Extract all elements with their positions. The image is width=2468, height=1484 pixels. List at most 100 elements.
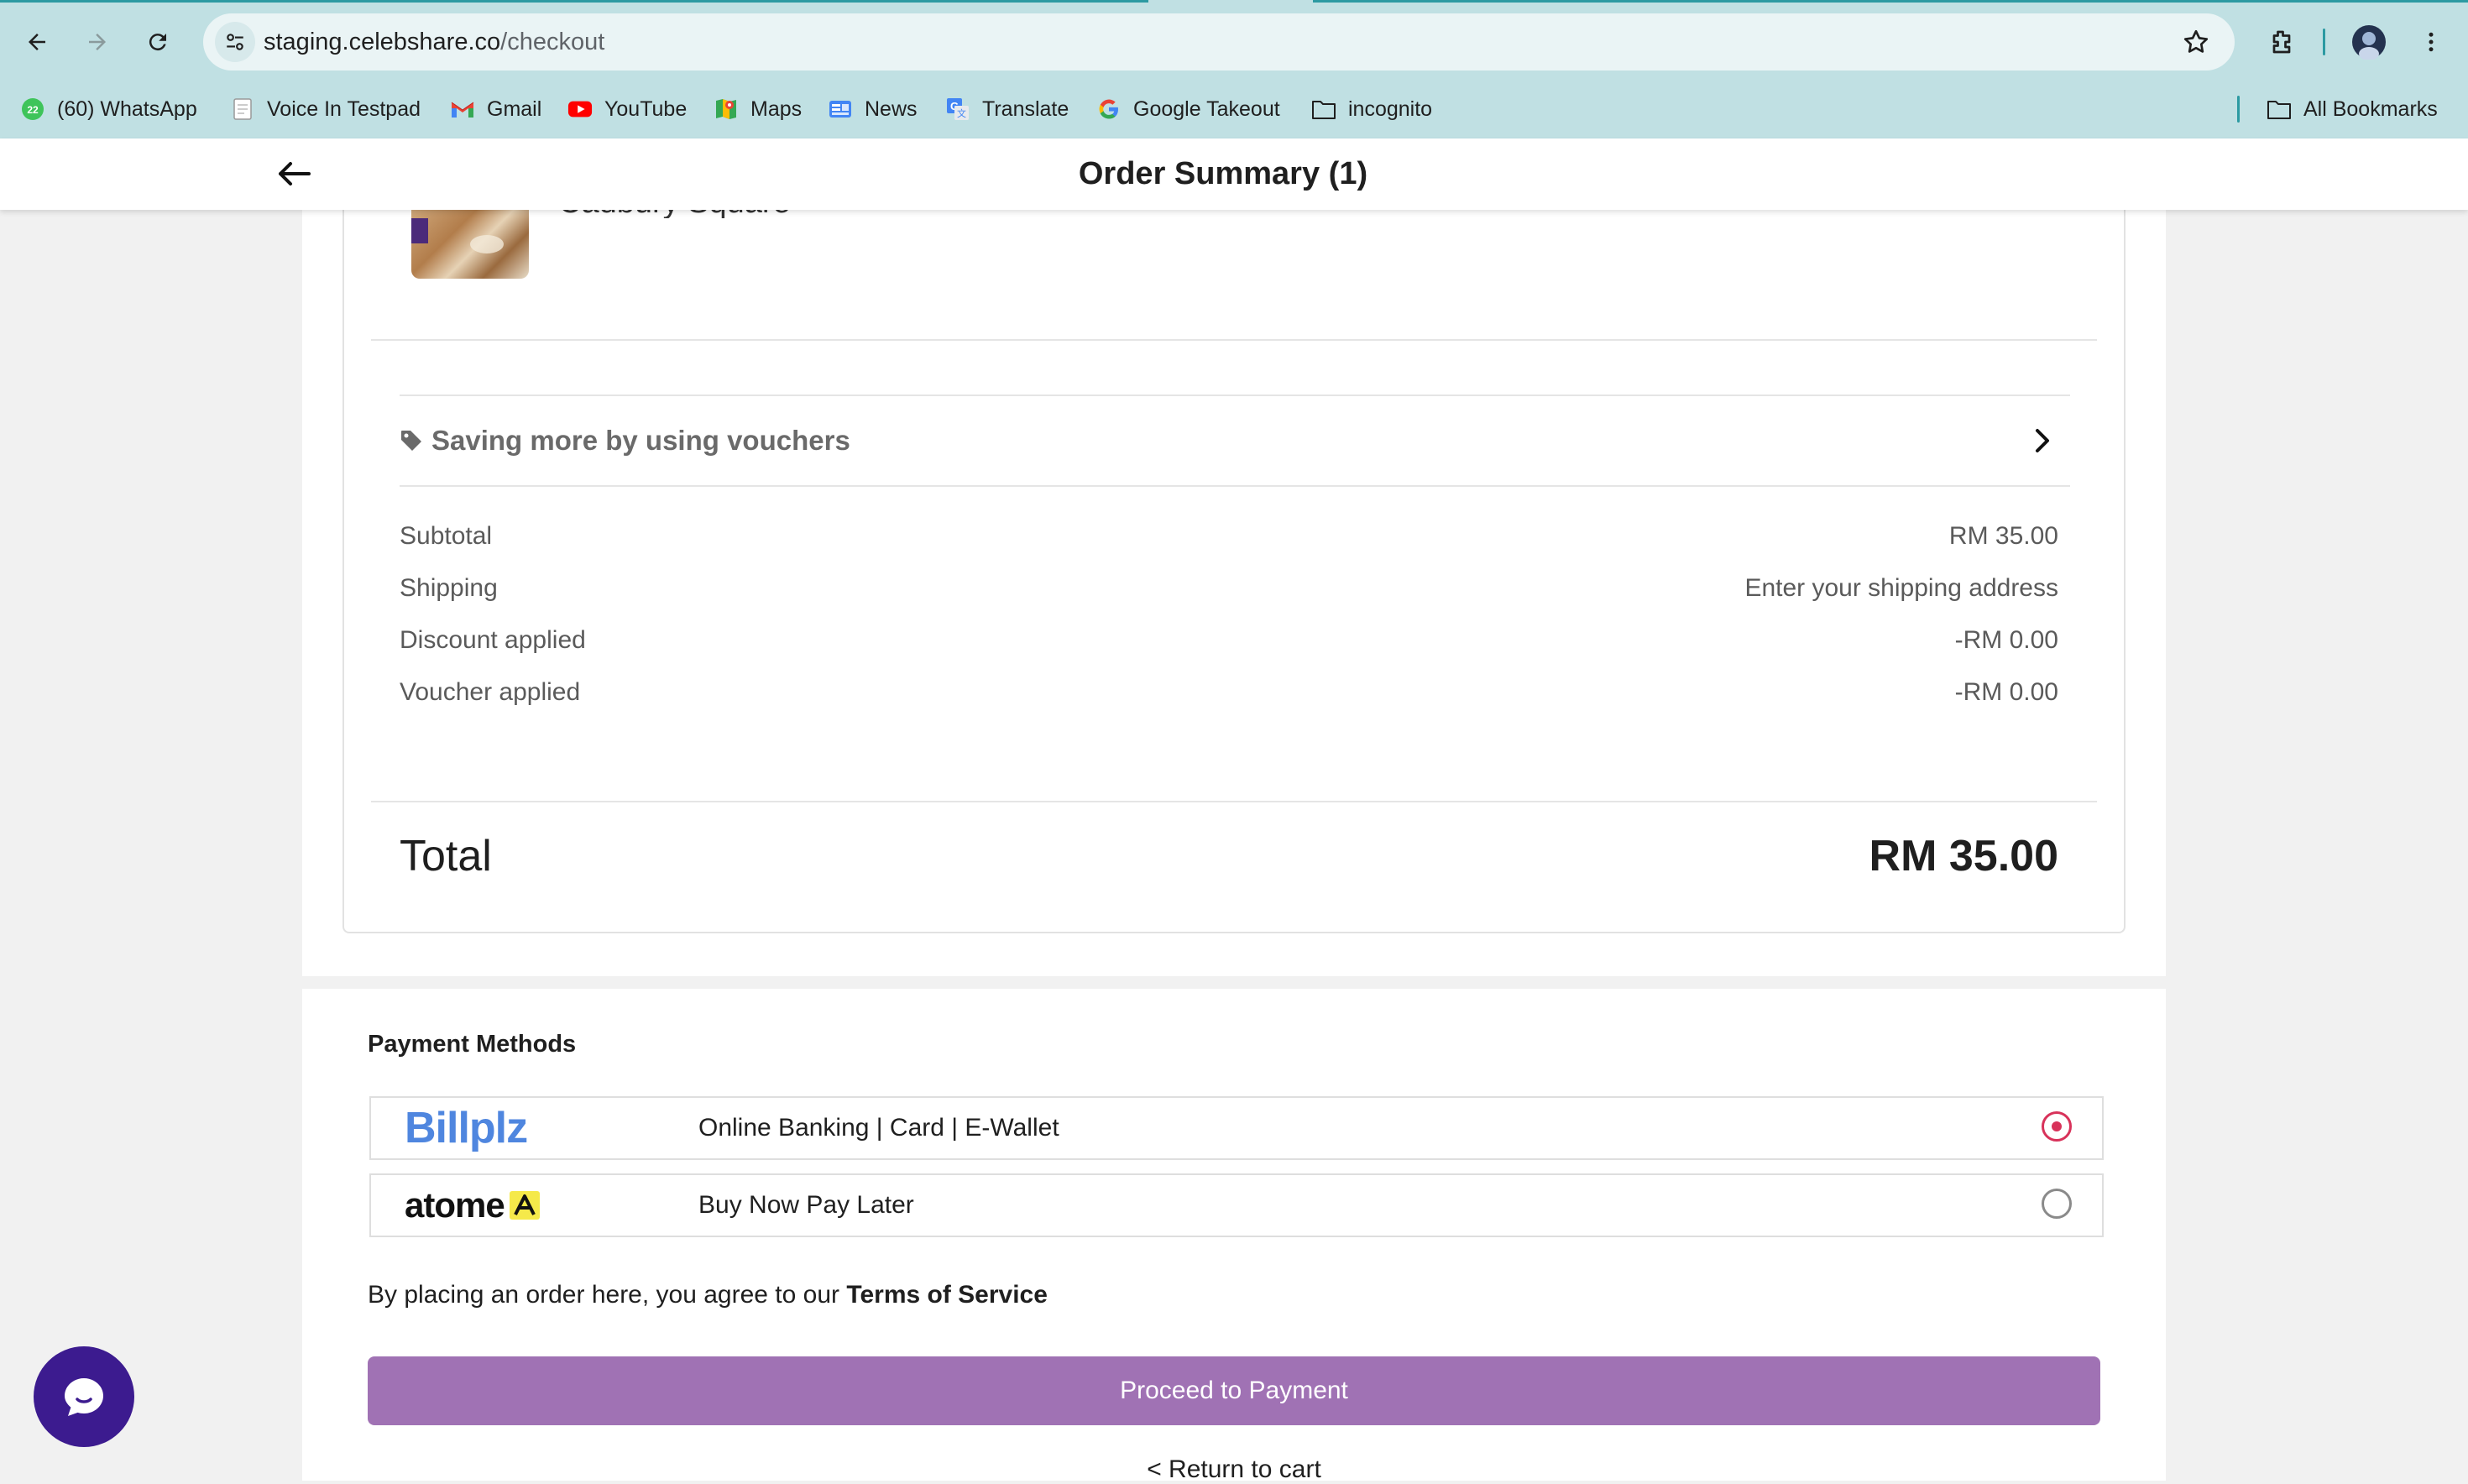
- billplz-logo-text: Billplz: [405, 1104, 528, 1152]
- arrow-left-icon: [29, 34, 45, 50]
- all-bookmarks-button[interactable]: All Bookmarks: [2267, 87, 2438, 131]
- bookmark-label: (60) WhatsApp: [57, 97, 197, 121]
- bookmark-translate[interactable]: G文 Translate: [945, 87, 1069, 131]
- profile-avatar[interactable]: [2345, 18, 2392, 65]
- discount-row: Discount applied -RM 0.00: [400, 626, 2058, 660]
- address-bar[interactable]: staging.celebshare.co/checkout: [203, 13, 2235, 71]
- chat-icon: [65, 1378, 103, 1416]
- discount-label: Discount applied: [400, 626, 586, 654]
- bookmark-label: incognito: [1348, 97, 1433, 121]
- bookmark-star-button[interactable]: [2181, 27, 2211, 57]
- toolbar-separator: [2323, 29, 2325, 55]
- maps-icon: [714, 97, 739, 122]
- bookmark-incognito[interactable]: incognito: [1311, 87, 1432, 131]
- proceed-to-payment-button[interactable]: Proceed to Payment: [368, 1356, 2100, 1425]
- bookmark-maps[interactable]: Maps: [714, 87, 802, 131]
- avatar-icon: [2352, 25, 2386, 60]
- site-info-button[interactable]: [215, 22, 255, 62]
- svg-text:22: 22: [27, 104, 39, 116]
- bookmark-google-takeout[interactable]: Google Takeout: [1096, 87, 1280, 131]
- tune-icon: [227, 34, 243, 50]
- voucher-applied-label: Voucher applied: [400, 678, 581, 706]
- notepad-icon: [230, 97, 255, 122]
- atome-logo-text: atome: [405, 1185, 505, 1225]
- bookmark-label: Google Takeout: [1133, 97, 1280, 121]
- bookmark-news[interactable]: News: [828, 87, 918, 131]
- payment-methods-title: Payment Methods: [368, 1031, 577, 1058]
- bookmark-label: News: [865, 97, 918, 121]
- chevron-right-icon: [2033, 428, 2052, 453]
- tab-strip-edge: [1313, 0, 2468, 3]
- bookmark-youtube[interactable]: YouTube: [567, 87, 687, 131]
- product-name-clip: Cadbury Square: [558, 210, 1062, 218]
- youtube-icon: [567, 97, 593, 122]
- tab-strip-edge: [0, 0, 1148, 3]
- voucher-applied-row: Voucher applied -RM 0.00: [400, 678, 2058, 712]
- bookmark-label: Translate: [982, 97, 1069, 121]
- payment-method-billplz[interactable]: Billplz Online Banking | Card | E-Wallet: [369, 1096, 2104, 1160]
- divider: [371, 801, 2097, 802]
- bookmarks-bar: 22 (60) WhatsApp Voice In Testpad Gmail …: [0, 87, 2468, 131]
- billplz-logo: Billplz: [405, 1098, 528, 1158]
- payment-method-atome[interactable]: atome Buy Now Pay Later: [369, 1173, 2104, 1237]
- order-summary-card: Cadbury Square Saving more by using vouc…: [342, 210, 2126, 933]
- bookmark-label: Gmail: [487, 97, 542, 121]
- app-header: Order Summary (1): [0, 138, 2468, 210]
- news-icon: [828, 97, 853, 122]
- shipping-label: Shipping: [400, 574, 498, 602]
- chat-widget-button[interactable]: [34, 1346, 134, 1447]
- payment-method-description: Online Banking | Card | E-Wallet: [698, 1114, 1059, 1142]
- reload-button[interactable]: [134, 18, 181, 65]
- product-name: Cadbury Square: [558, 210, 791, 218]
- payment-panel: Payment Methods Billplz Online Banking |…: [302, 989, 2166, 1484]
- extensions-button[interactable]: [2258, 18, 2305, 65]
- total-row: Total RM 35.00: [400, 831, 2058, 890]
- order-summary-panel: Cadbury Square Saving more by using vouc…: [302, 210, 2166, 976]
- voucher-row[interactable]: Saving more by using vouchers: [400, 396, 2070, 485]
- translate-icon: G文: [945, 97, 970, 122]
- google-icon: [1096, 97, 1122, 122]
- forward-nav-button[interactable]: [74, 18, 121, 65]
- total-value: RM 35.00: [1869, 832, 2058, 880]
- bookmark-gmail[interactable]: Gmail: [450, 87, 541, 131]
- bookmark-label: Maps: [750, 97, 803, 121]
- back-nav-button[interactable]: [13, 18, 60, 65]
- browser-chrome: staging.celebshare.co/checkout 22 (60) W…: [0, 0, 2468, 138]
- bookmark-label: Voice In Testpad: [267, 97, 421, 121]
- terms-of-service-link[interactable]: Terms of Service: [846, 1281, 1048, 1309]
- divider: [400, 485, 2070, 487]
- bookmark-whatsapp[interactable]: 22 (60) WhatsApp: [20, 87, 197, 131]
- whatsapp-icon: 22: [20, 97, 45, 122]
- payment-radio-atome[interactable]: [2042, 1189, 2072, 1219]
- svg-text:文: 文: [957, 107, 966, 119]
- subtotal-value: RM 35.00: [1948, 522, 2058, 550]
- divider: [371, 339, 2097, 341]
- arrow-right-icon: [89, 34, 106, 50]
- url-text[interactable]: staging.celebshare.co/checkout: [264, 13, 604, 71]
- gmail-icon: [450, 97, 475, 122]
- bookmark-voice-in-testpad[interactable]: Voice In Testpad: [230, 87, 421, 131]
- terms-prefix: By placing an order here, you agree to o…: [368, 1281, 847, 1309]
- reload-icon: [149, 34, 166, 51]
- payment-radio-billplz[interactable]: [2042, 1111, 2072, 1142]
- atome-badge-icon: [509, 1191, 540, 1220]
- shipping-value[interactable]: Enter your shipping address: [1744, 574, 2058, 603]
- return-to-cart-link[interactable]: < Return to cart: [302, 1455, 2166, 1484]
- star-icon: [2183, 29, 2209, 53]
- folder-icon: [2267, 97, 2292, 122]
- bookmark-label: YouTube: [604, 97, 688, 121]
- voucher-label: Saving more by using vouchers: [431, 425, 850, 456]
- browser-menu-button[interactable]: [2408, 18, 2455, 65]
- total-label: Total: [400, 832, 492, 880]
- folder-icon: [1311, 97, 1336, 122]
- voucher-applied-value: -RM 0.00: [1954, 678, 2058, 706]
- atome-logo: atome: [405, 1175, 540, 1236]
- subtotal-row: Subtotal RM 35.00: [400, 522, 2058, 556]
- subtotal-label: Subtotal: [400, 522, 493, 550]
- puzzle-icon: [2272, 30, 2291, 54]
- product-image[interactable]: [411, 210, 529, 279]
- all-bookmarks-label: All Bookmarks: [2303, 97, 2438, 121]
- payment-method-description: Buy Now Pay Later: [698, 1191, 914, 1219]
- shipping-row: Shipping Enter your shipping address: [400, 574, 2058, 608]
- terms-notice: By placing an order here, you agree to o…: [368, 1281, 1048, 1309]
